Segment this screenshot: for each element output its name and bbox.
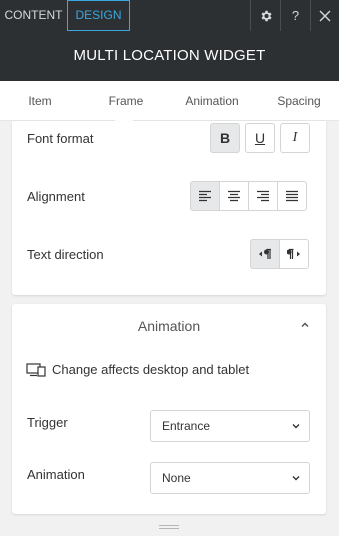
chevron-up-icon[interactable]	[300, 320, 310, 330]
animation-select-value: None	[162, 471, 191, 485]
align-right-icon	[257, 190, 269, 202]
align-center-button[interactable]	[219, 181, 249, 211]
italic-button[interactable]: I	[280, 123, 310, 153]
text-direction-ltr-icon	[259, 248, 271, 259]
gear-icon	[261, 10, 272, 21]
italic-icon: I	[292, 130, 298, 145]
tab-content[interactable]: CONTENT	[0, 0, 67, 31]
underline-button[interactable]: U	[245, 123, 275, 153]
trigger-label: Trigger	[27, 415, 68, 430]
help-button[interactable]: ?	[280, 0, 310, 31]
bold-icon: B	[219, 130, 231, 146]
font-format-label: Font format	[27, 131, 94, 146]
frame-settings-card: Font format B U I Alignment Text directi…	[12, 121, 326, 295]
desktop-tablet-icon	[26, 362, 46, 377]
device-info-text: Change affects desktop and tablet	[52, 362, 250, 377]
align-justify-button[interactable]	[277, 181, 307, 211]
subtab-animation[interactable]: Animation	[176, 81, 248, 121]
align-center-icon	[228, 190, 240, 202]
align-left-icon	[199, 190, 211, 202]
settings-button[interactable]	[250, 0, 280, 31]
trigger-select-value: Entrance	[162, 419, 211, 433]
subtab-spacing[interactable]: Spacing	[268, 81, 330, 121]
device-info: Change affects desktop and tablet	[26, 362, 249, 377]
sub-tabs: Item Frame Animation Spacing	[0, 81, 339, 121]
alignment-label: Alignment	[27, 189, 85, 204]
animation-card: Animation Change affects desktop and tab…	[12, 304, 326, 514]
align-left-button[interactable]	[190, 181, 220, 211]
close-icon	[319, 10, 331, 21]
trigger-select[interactable]: Entrance	[150, 410, 310, 442]
align-right-button[interactable]	[248, 181, 278, 211]
animation-section-title[interactable]: Animation	[12, 318, 326, 334]
font-format-group: B U I	[210, 123, 310, 153]
chevron-down-icon	[292, 476, 300, 481]
resize-handle-icon[interactable]	[159, 524, 179, 530]
alignment-group	[190, 181, 307, 211]
subtab-item[interactable]: Item	[10, 81, 70, 121]
help-icon: ?	[291, 8, 300, 23]
text-direction-group	[250, 239, 309, 269]
underline-icon: U	[254, 130, 266, 146]
ltr-button[interactable]	[250, 239, 280, 269]
animation-select[interactable]: None	[150, 462, 310, 494]
panel-title: MULTI LOCATION WIDGET	[0, 31, 339, 81]
text-direction-label: Text direction	[27, 247, 104, 262]
chevron-down-icon	[292, 424, 300, 429]
close-button[interactable]	[310, 0, 339, 31]
top-bar: CONTENT DESIGN ?	[0, 0, 339, 31]
align-justify-icon	[286, 190, 298, 202]
animation-label: Animation	[27, 467, 85, 482]
bold-button[interactable]: B	[210, 123, 240, 153]
text-direction-rtl-icon	[287, 248, 300, 259]
rtl-button[interactable]	[279, 239, 309, 269]
tab-design[interactable]: DESIGN	[67, 0, 130, 31]
